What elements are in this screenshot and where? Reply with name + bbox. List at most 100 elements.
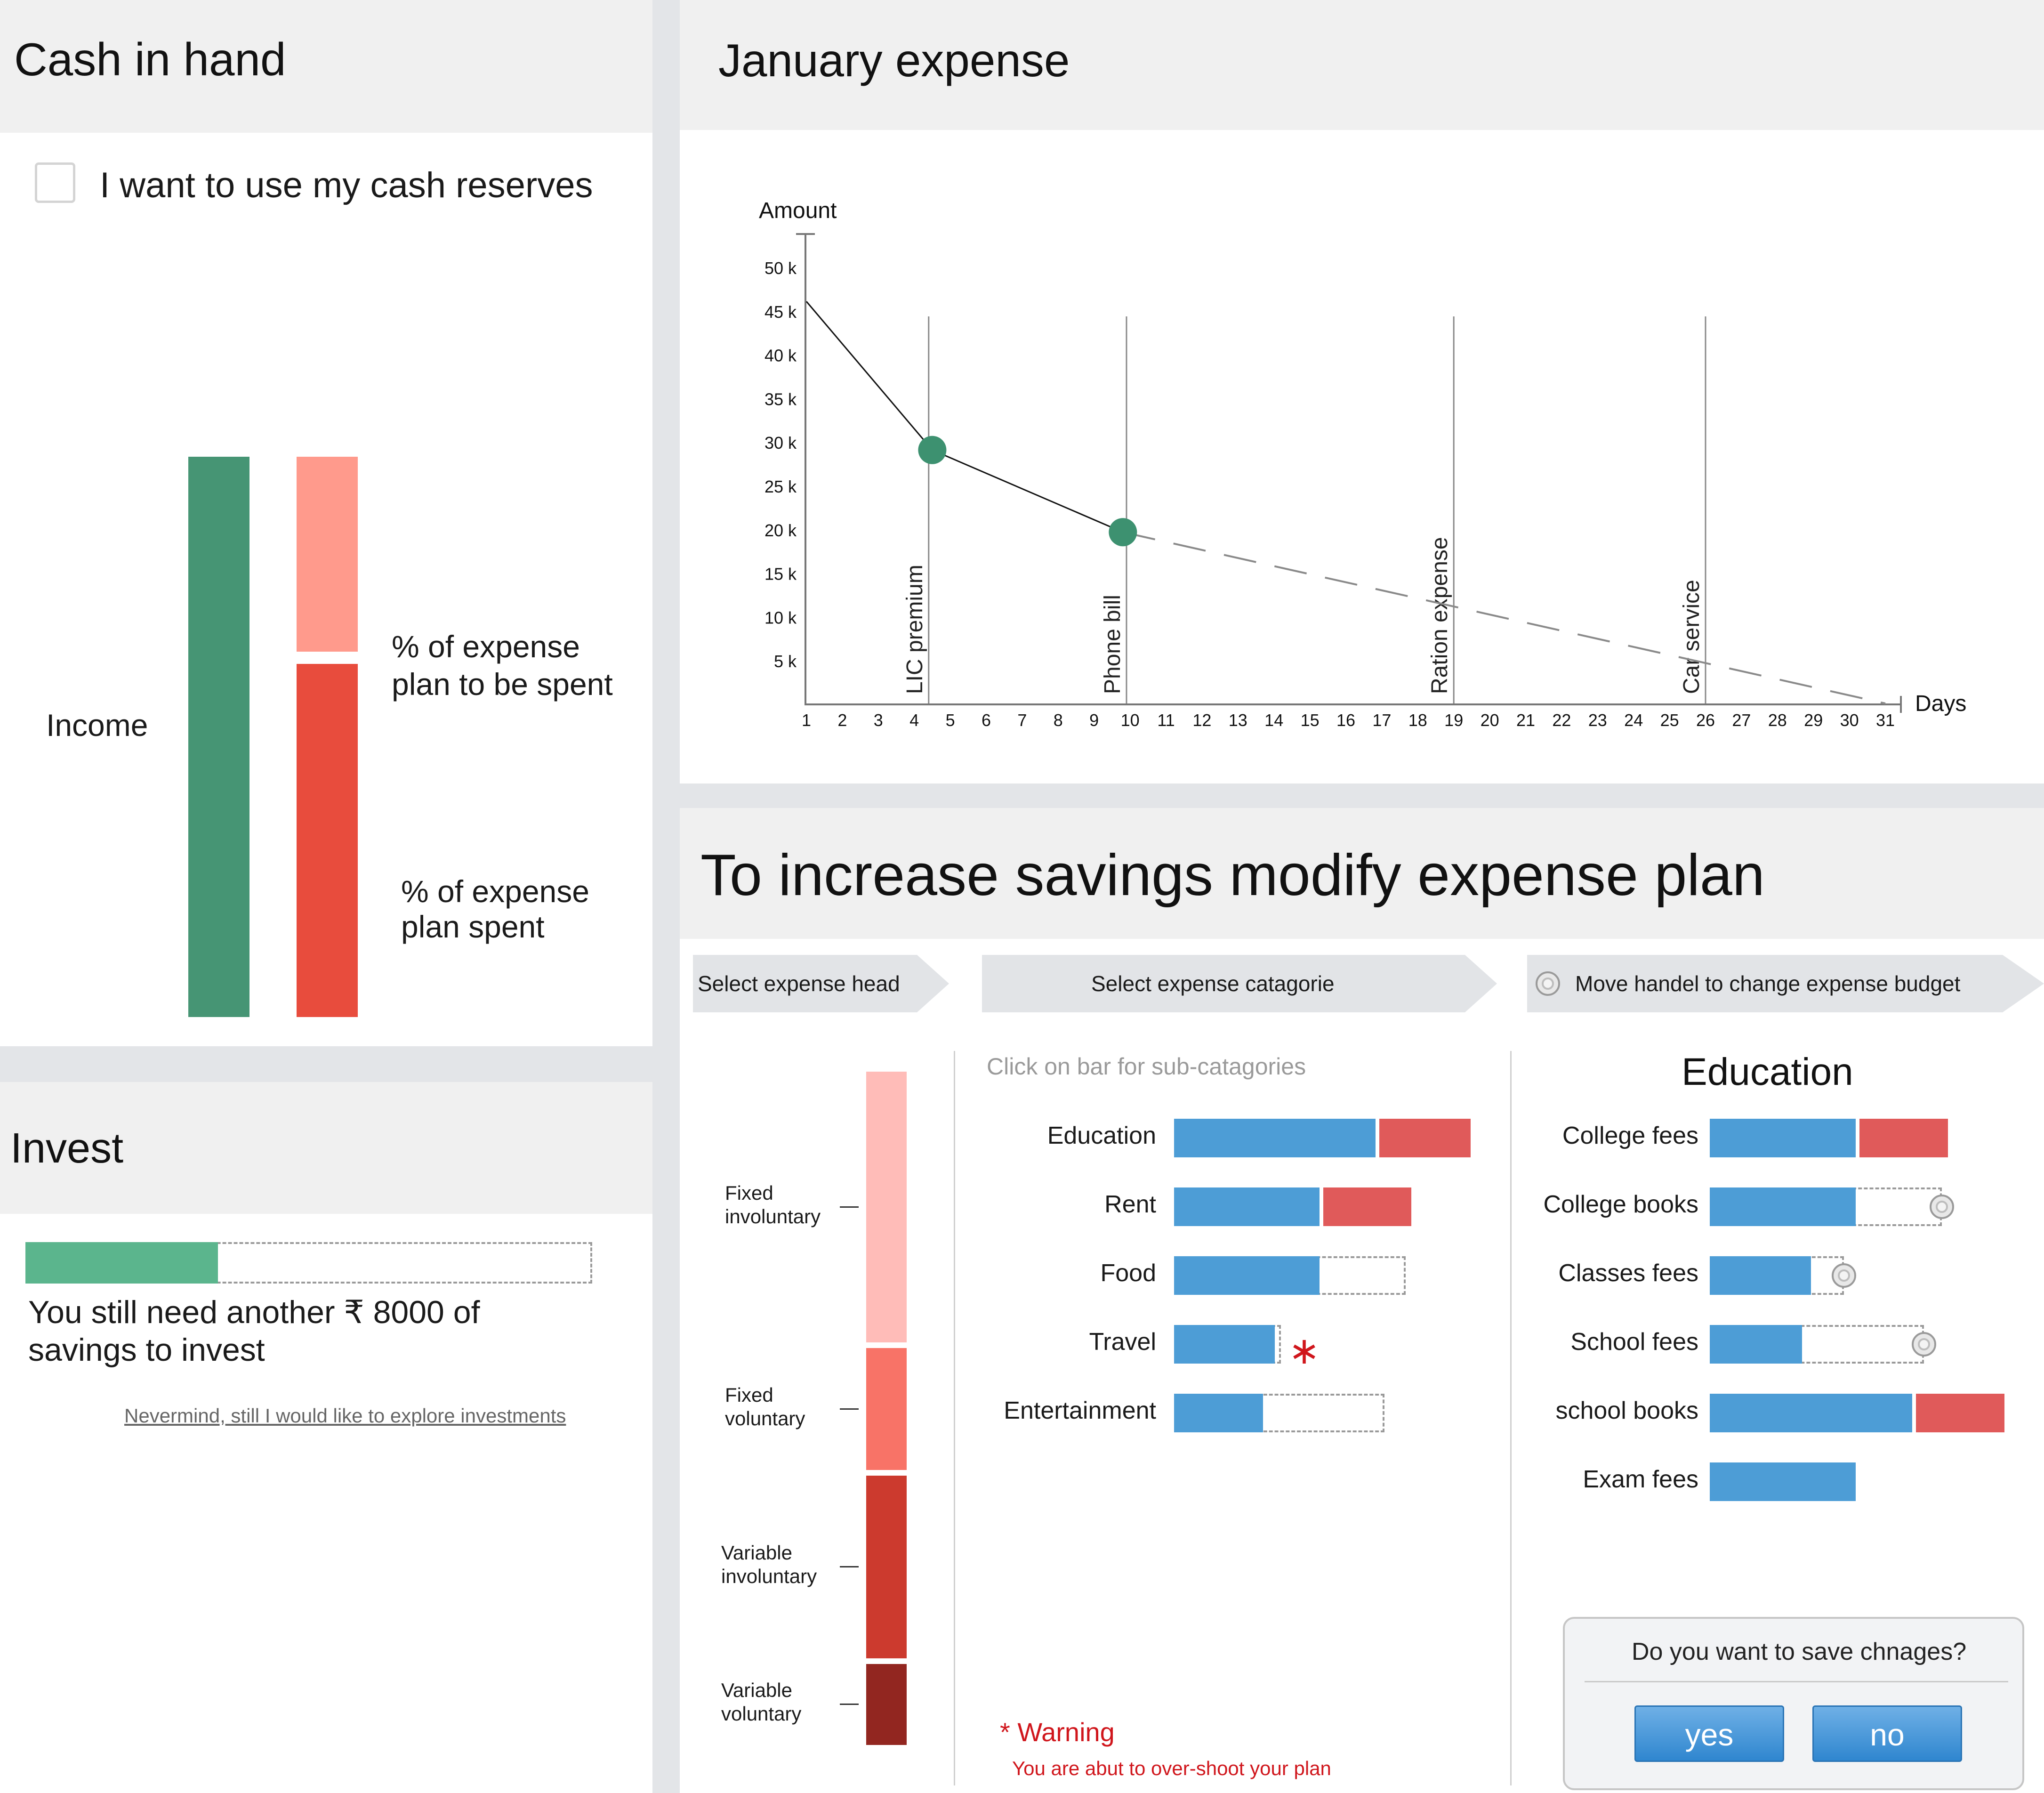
subcategory-spent-bar[interactable] xyxy=(1710,1325,1802,1364)
invest-panel: Invest You still need another ₹ 8000 of … xyxy=(0,1082,652,1793)
subcategory-label: Exam fees xyxy=(1583,1466,1698,1493)
x-tick-label: 7 xyxy=(1017,711,1027,730)
step-select-head: Select expense head xyxy=(693,955,949,1012)
event-label: Phone bill xyxy=(1100,595,1125,694)
expense-head-bar[interactable] xyxy=(866,1476,907,1658)
january-expense-chart: Amount Days 5 k 10 k 15 k 20 k 25 k 30 k 35 k 4… xyxy=(759,198,1966,730)
category-spent-bar[interactable] xyxy=(1174,1325,1275,1364)
cash-in-hand-title: Cash in hand xyxy=(14,33,286,85)
x-tick-label: 31 xyxy=(1876,711,1895,730)
x-tick-label: 19 xyxy=(1444,711,1463,730)
category-spent-bar[interactable] xyxy=(1174,1119,1376,1157)
x-tick-label: 15 xyxy=(1301,711,1320,730)
income-bar xyxy=(188,457,249,1017)
expense-head-bar[interactable] xyxy=(866,1072,907,1342)
budget-handle[interactable] xyxy=(1912,1332,1936,1357)
x-tick-label: 1 xyxy=(802,711,811,730)
x-tick-label: 3 xyxy=(874,711,883,730)
x-tick-label: 4 xyxy=(909,711,919,730)
handle-icon xyxy=(1536,971,1560,996)
category-label: Travel xyxy=(1089,1328,1156,1356)
x-tick-label: 10 xyxy=(1121,711,1140,730)
x-axis-title: Days xyxy=(1915,691,1966,716)
explore-investments-link[interactable]: Nevermind, still I would like to explore… xyxy=(124,1405,566,1427)
plan-spent-label-1: % of expense xyxy=(401,874,589,909)
expense-head-bar[interactable] xyxy=(866,1664,907,1745)
yes-button[interactable]: yes xyxy=(1634,1705,1784,1762)
x-tick-label: 9 xyxy=(1089,711,1099,730)
cash-reserves-checkbox[interactable] xyxy=(35,162,75,203)
subcategory-spent-bar[interactable] xyxy=(1710,1256,1811,1295)
x-tick-label: 5 xyxy=(946,711,955,730)
x-tick-label: 20 xyxy=(1481,711,1499,730)
subcategory-over-bar[interactable] xyxy=(1916,1394,2004,1432)
category-spent-bar[interactable] xyxy=(1174,1256,1320,1295)
step-select-category-label: Select expense catagorie xyxy=(1091,971,1335,996)
subcategory-label: Classes fees xyxy=(1558,1260,1698,1287)
x-tick-label: 13 xyxy=(1229,711,1247,730)
category-label: Food xyxy=(1100,1260,1156,1287)
categories-hint: Click on bar for sub-catagories xyxy=(987,1053,1306,1080)
y-tick-label: 35 k xyxy=(764,389,797,409)
subcategory-spent-bar[interactable] xyxy=(1710,1394,1912,1432)
y-tick-label: 30 k xyxy=(764,433,797,452)
actual-balance-line xyxy=(805,301,1123,533)
invest-header: Invest xyxy=(0,1082,652,1214)
subcategory-title: Education xyxy=(1682,1050,1853,1093)
invest-message-line2: savings to invest xyxy=(28,1332,265,1368)
modify-plan-panel: To increase savings modify expense plan … xyxy=(680,808,2044,1793)
x-tick-label: 21 xyxy=(1516,711,1535,730)
y-tick-label: 45 k xyxy=(764,302,797,322)
warning-title: * Warning xyxy=(1000,1717,1115,1747)
warning-text: You are abut to over-shoot your plan xyxy=(1012,1757,1331,1779)
save-dialog-divider xyxy=(1585,1681,2008,1682)
y-tick-label: 40 k xyxy=(764,346,797,365)
y-tick-label: 15 k xyxy=(764,565,797,584)
x-tick-label: 22 xyxy=(1552,711,1571,730)
budget-handle[interactable] xyxy=(1832,1263,1856,1288)
expense-head-label: Variable xyxy=(721,1542,792,1564)
expense-head-tick xyxy=(840,1566,859,1567)
event-label: Car service xyxy=(1679,580,1704,694)
save-dialog-question: Do you want to save chnages? xyxy=(1632,1638,1967,1665)
income-label: Income xyxy=(46,708,148,743)
expense-head-bar[interactable] xyxy=(866,1348,907,1470)
expense-head-label: Fixed xyxy=(725,1383,773,1406)
modify-plan-header: To increase savings modify expense plan xyxy=(680,808,2044,939)
cash-in-hand-header: Cash in hand xyxy=(0,0,652,133)
save-dialog: Do you want to save chnages? yes no xyxy=(1563,1617,2024,1790)
step-select-category: Select expense catagorie xyxy=(982,955,1497,1012)
subcategory-over-bar[interactable] xyxy=(1859,1119,1948,1157)
category-over-bar[interactable] xyxy=(1323,1187,1411,1226)
category-spent-bar[interactable] xyxy=(1174,1187,1320,1226)
x-tick-label: 17 xyxy=(1372,711,1391,730)
x-tick-label: 25 xyxy=(1660,711,1679,730)
plan-to-be-spent-label-2: plan to be spent xyxy=(392,667,613,702)
expense-head-tick xyxy=(840,1206,859,1208)
step-move-handle: Move handel to change expense budget xyxy=(1527,955,2044,1012)
invest-progress-fill xyxy=(25,1242,218,1284)
category-spent-bar[interactable] xyxy=(1174,1394,1263,1432)
subcategory-label: School fees xyxy=(1570,1328,1698,1356)
budget-handle[interactable] xyxy=(1930,1195,1954,1219)
projected-balance-line xyxy=(1122,531,1886,704)
subcategory-spent-bar[interactable] xyxy=(1710,1187,1856,1226)
balance-marker xyxy=(918,436,947,464)
expense-head-label: voluntary xyxy=(721,1703,802,1725)
no-button[interactable]: no xyxy=(1812,1705,1962,1762)
y-tick-label: 25 k xyxy=(764,477,797,496)
subcategory-spent-bar[interactable] xyxy=(1710,1462,1856,1501)
expense-head-label: involuntary xyxy=(725,1205,821,1228)
subcategory-spent-bar[interactable] xyxy=(1710,1119,1856,1157)
y-tick-label: 10 k xyxy=(764,608,797,627)
warning-asterisk-icon: ∗ xyxy=(1288,1330,1320,1372)
x-tick-label: 24 xyxy=(1624,711,1643,730)
y-tick-label: 50 k xyxy=(764,258,797,278)
x-tick-label: 16 xyxy=(1336,711,1355,730)
step-select-head-label: Select expense head xyxy=(698,971,900,996)
x-tick-label: 18 xyxy=(1408,711,1427,730)
x-tick-label: 27 xyxy=(1732,711,1751,730)
cash-reserves-label[interactable]: I want to use my cash reserves xyxy=(100,165,593,206)
category-over-bar[interactable] xyxy=(1379,1119,1471,1157)
x-tick-label: 11 xyxy=(1157,711,1175,730)
